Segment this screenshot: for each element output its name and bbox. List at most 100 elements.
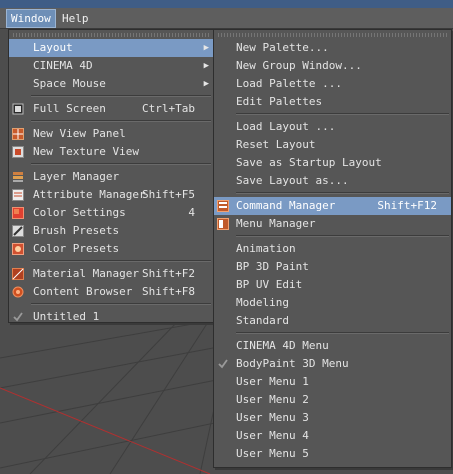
- texture-view-icon: [12, 146, 24, 158]
- layout-menu-item-load-palette[interactable]: Load Palette ...: [214, 75, 451, 93]
- menu-item-label: Reset Layout: [236, 138, 316, 151]
- attribute-manager-icon: [12, 189, 24, 201]
- layout-menu-item-user-menu-2[interactable]: User Menu 2: [214, 391, 451, 409]
- window-menu-item-full-screen[interactable]: Full Screen Ctrl+Tab: [9, 100, 213, 118]
- menu-item-label: BP 3D Paint: [236, 260, 309, 273]
- menu-item-label: Edit Palettes: [236, 95, 323, 108]
- window-menu-item-attribute-manager[interactable]: Attribute Manager Shift+F5: [9, 186, 213, 204]
- menu-item-label: Content Browser: [33, 285, 133, 298]
- menu-item-label: CINEMA 4D: [33, 59, 93, 72]
- layout-menu-item-save-as-startup-layout[interactable]: Save as Startup Layout: [214, 154, 451, 172]
- menu-item-shortcut: Shift+F2: [142, 267, 195, 280]
- menu-item-shortcut: Shift+F5: [142, 188, 195, 201]
- title-strip: [0, 0, 453, 8]
- menu-item-label: User Menu 4: [236, 429, 309, 442]
- view-panel-icon: [12, 128, 24, 140]
- menu-separator: [236, 113, 449, 115]
- layout-menu-item-load-layout[interactable]: Load Layout ...: [214, 118, 451, 136]
- submenu-arrow-icon: ▶: [203, 43, 209, 53]
- window-menu-item-space-mouse[interactable]: Space Mouse ▶: [9, 75, 213, 93]
- window-menu-item-new-view-panel[interactable]: New View Panel: [9, 125, 213, 143]
- menu-item-shortcut: Shift+F8: [142, 285, 195, 298]
- menu-item-label: Modeling: [236, 296, 289, 309]
- window-menu-item-layer-manager[interactable]: Layer Manager: [9, 168, 213, 186]
- menu-item-label: Command Manager: [236, 199, 336, 212]
- window-menu-item-color-presets[interactable]: Color Presets: [9, 240, 213, 258]
- menu-item-label: Standard: [236, 314, 289, 327]
- menu-item-label: User Menu 5: [236, 447, 309, 460]
- menu-separator: [236, 192, 449, 194]
- color-settings-icon: [12, 207, 24, 219]
- layout-menu-item-user-menu-3[interactable]: User Menu 3: [214, 409, 451, 427]
- window-menu-item-color-settings[interactable]: Color Settings 4: [9, 204, 213, 222]
- menu-item-label: New View Panel: [33, 127, 126, 140]
- menu-item-label: Full Screen: [33, 102, 106, 115]
- layout-menu-item-user-menu-4[interactable]: User Menu 4: [214, 427, 451, 445]
- layout-menu-item-save-layout-as[interactable]: Save Layout as...: [214, 172, 451, 190]
- check-icon: [12, 311, 24, 323]
- menu-item-label: Save as Startup Layout: [236, 156, 382, 169]
- submenu-arrow-icon: ▶: [203, 61, 209, 71]
- layout-menu-item-menu-manager[interactable]: Menu Manager: [214, 215, 451, 233]
- menu-item-label: Load Layout ...: [236, 120, 336, 133]
- menu-separator: [236, 332, 449, 334]
- layout-menu-item-new-group-window[interactable]: New Group Window...: [214, 57, 451, 75]
- window-menu-item-new-texture-view[interactable]: New Texture View: [9, 143, 213, 161]
- command-manager-icon: [217, 200, 229, 212]
- menu-item-label: BodyPaint 3D Menu: [236, 357, 349, 370]
- menu-item-label: Brush Presets: [33, 224, 120, 237]
- layout-menu-item-user-menu-5[interactable]: User Menu 5: [214, 445, 451, 463]
- layout-menu-item-bodypaint-3d-menu[interactable]: BodyPaint 3D Menu: [214, 355, 451, 373]
- menu-item-label: Attribute Manager: [33, 188, 146, 201]
- menu-item-shortcut: Ctrl+Tab: [142, 102, 195, 115]
- menubar: Window Help: [0, 0, 453, 29]
- menu-item-label: Save Layout as...: [236, 174, 349, 187]
- menu-separator: [31, 95, 211, 97]
- menu-item-shortcut: 4: [188, 206, 195, 219]
- window-menu-item-cinema-4d[interactable]: CINEMA 4D ▶: [9, 57, 213, 75]
- menu-item-label: Menu Manager: [236, 217, 316, 230]
- menu-item-label: New Texture View: [33, 145, 139, 158]
- tear-off-grip[interactable]: [218, 33, 447, 37]
- window-menu-item-content-browser[interactable]: Content Browser Shift+F8: [9, 283, 213, 301]
- layout-menu-item-edit-palettes[interactable]: Edit Palettes: [214, 93, 451, 111]
- layout-menu-item-standard[interactable]: Standard: [214, 312, 451, 330]
- layout-submenu: New Palette... New Group Window... Load Pa…: [213, 29, 452, 468]
- menu-item-label: Animation: [236, 242, 296, 255]
- check-icon: [217, 358, 229, 370]
- menu-item-label: User Menu 1: [236, 375, 309, 388]
- tear-off-grip[interactable]: [13, 33, 209, 37]
- fullscreen-icon: [12, 103, 24, 115]
- layout-menu-item-animation[interactable]: Animation: [214, 240, 451, 258]
- menu-item-label: Color Presets: [33, 242, 120, 255]
- layout-menu-item-bp-3d-paint[interactable]: BP 3D Paint: [214, 258, 451, 276]
- menu-item-label: Layout: [33, 41, 73, 54]
- menu-item-label: New Group Window...: [236, 59, 362, 72]
- window-menu-item-untitled-1[interactable]: Untitled 1: [9, 308, 213, 326]
- window-menu-item-brush-presets[interactable]: Brush Presets: [9, 222, 213, 240]
- menu-item-label: User Menu 2: [236, 393, 309, 406]
- material-manager-icon: [12, 268, 24, 280]
- layout-menu-item-reset-layout[interactable]: Reset Layout: [214, 136, 451, 154]
- menu-item-shortcut: Shift+F12: [377, 199, 437, 212]
- menu-item-label: New Palette...: [236, 41, 329, 54]
- window-menu-item-layout[interactable]: Layout ▶: [9, 39, 213, 57]
- color-presets-icon: [12, 243, 24, 255]
- submenu-arrow-icon: ▶: [203, 79, 209, 89]
- layer-manager-icon: [12, 171, 24, 183]
- brush-presets-icon: [12, 225, 24, 237]
- menu-item-label: Untitled 1: [33, 310, 100, 323]
- layout-menu-item-new-palette[interactable]: New Palette...: [214, 39, 451, 57]
- menu-item-label: User Menu 3: [236, 411, 309, 424]
- window-menu-item-material-manager[interactable]: Material Manager Shift+F2: [9, 265, 213, 283]
- layout-menu-item-bp-uv-edit[interactable]: BP UV Edit: [214, 276, 451, 294]
- layout-menu-item-modeling[interactable]: Modeling: [214, 294, 451, 312]
- layout-menu-item-user-menu-1[interactable]: User Menu 1: [214, 373, 451, 391]
- menu-separator: [31, 303, 211, 305]
- menu-window[interactable]: Window: [6, 9, 56, 28]
- menu-item-label: Layer Manager: [33, 170, 120, 183]
- menu-separator: [31, 120, 211, 122]
- layout-menu-item-cinema-4d-menu[interactable]: CINEMA 4D Menu: [214, 337, 451, 355]
- layout-menu-item-command-manager[interactable]: Command Manager Shift+F12: [214, 197, 451, 215]
- menu-help[interactable]: Help: [58, 10, 93, 27]
